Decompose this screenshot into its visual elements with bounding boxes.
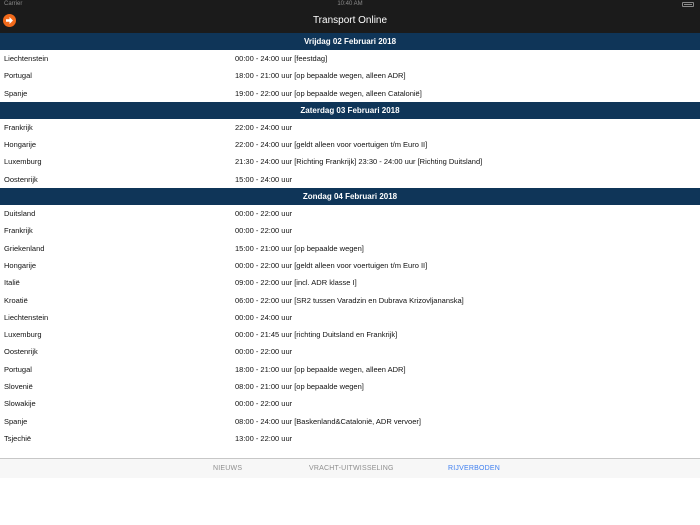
country-label: Frankrijk <box>4 226 33 236</box>
driving-bans-list[interactable]: Vrijdag 02 Februari 2018 Liechtenstein 00… <box>0 33 700 458</box>
ban-hours: 00:00 - 22:00 uur <box>235 226 293 236</box>
list-item[interactable]: Griekenland 15:00 - 21:00 uur [op bepaald… <box>0 240 700 257</box>
country-label: Hongarije <box>4 140 37 150</box>
list-item[interactable]: Spanje 08:00 - 24:00 uur [Baskenland&Cata… <box>0 413 700 430</box>
country-label: Oostenrijk <box>4 174 38 184</box>
country-label: Kroatië <box>4 295 28 305</box>
ban-hours: 00:00 - 24:00 uur <box>235 312 293 322</box>
country-label: Portugal <box>4 364 32 374</box>
list-item[interactable]: Liechtenstein 00:00 - 24:00 uur [feestdag… <box>0 50 700 67</box>
tab-nieuws[interactable]: NIEUWS <box>213 459 242 478</box>
status-bar: Carrier 10:40 AM <box>0 0 700 9</box>
country-label: Griekenland <box>4 243 45 253</box>
country-label: Slovenië <box>4 382 33 392</box>
country-label: Italië <box>4 278 20 288</box>
country-label: Luxemburg <box>4 157 42 167</box>
ban-hours: 08:00 - 24:00 uur [Baskenland&Catalonië,… <box>235 416 421 426</box>
battery-icon <box>682 2 694 7</box>
ban-hours: 06:00 - 22:00 uur [SR2 tussen Varadzin e… <box>235 295 464 305</box>
ban-hours: 13:00 - 22:00 uur <box>235 433 293 443</box>
list-item[interactable]: Frankrijk 00:00 - 22:00 uur <box>0 222 700 239</box>
list-item[interactable]: Oostenrijk 15:00 - 24:00 uur <box>0 171 700 188</box>
ban-hours: 00:00 - 22:00 uur [geldt alleen voor voe… <box>235 260 428 270</box>
page-title: Transport Online <box>312 15 388 26</box>
list-item[interactable]: Italië 09:00 - 22:00 uur [incl. ADR klass… <box>0 274 700 291</box>
list-item[interactable]: Kroatië 06:00 - 22:00 uur [SR2 tussen Var… <box>0 292 700 309</box>
ban-hours: 18:00 - 21:00 uur [op bepaalde wegen, al… <box>235 71 406 81</box>
ban-hours: 22:00 - 24:00 uur [geldt alleen voor voe… <box>235 140 428 150</box>
country-label: Slowakije <box>4 399 36 409</box>
list-item[interactable]: Portugal 18:00 - 21:00 uur [op bepaalde w… <box>0 361 700 378</box>
list-item[interactable]: Slowakije 00:00 - 22:00 uur <box>0 395 700 412</box>
country-label: Luxemburg <box>4 330 42 340</box>
section-header-day: Vrijdag 02 Februari 2018 <box>0 33 700 50</box>
ban-hours: 00:00 - 22:00 uur <box>235 347 293 357</box>
list-item[interactable]: Oostenrijk 00:00 - 22:00 uur <box>0 343 700 360</box>
list-item[interactable]: Duitsland 00:00 - 22:00 uur <box>0 205 700 222</box>
ban-hours: 00:00 - 22:00 uur <box>235 209 293 219</box>
list-item[interactable]: Luxemburg 21:30 - 24:00 uur [Richting Fra… <box>0 153 700 170</box>
tab-rijverboden[interactable]: RIJVERBODEN <box>448 459 500 478</box>
ban-hours: 15:00 - 21:00 uur [op bepaalde wegen] <box>235 243 364 253</box>
ban-hours: 00:00 - 24:00 uur [feestdag] <box>235 54 328 63</box>
list-item[interactable]: Luxemburg 00:00 - 21:45 uur [richting Dui… <box>0 326 700 343</box>
ban-hours: 19:00 - 22:00 uur [op bepaalde wegen, al… <box>235 88 422 98</box>
ban-hours: 15:00 - 24:00 uur <box>235 174 293 184</box>
list-item[interactable]: Liechtenstein 00:00 - 24:00 uur <box>0 309 700 326</box>
ban-hours: 09:00 - 22:00 uur [incl. ADR klasse I] <box>235 278 357 288</box>
ban-hours: 18:00 - 21:00 uur [op bepaalde wegen, al… <box>235 364 406 374</box>
country-label: Oostenrijk <box>4 347 38 357</box>
ban-hours: 00:00 - 21:45 uur [richting Duitsland en… <box>235 330 398 340</box>
country-label: Liechtenstein <box>4 312 49 322</box>
country-label: Spanje <box>4 416 28 426</box>
tab-bar: NIEUWS VRACHT-UITWISSELING RIJVERBODEN <box>0 458 700 478</box>
country-label: Spanje <box>4 88 28 98</box>
list-item[interactable]: Spanje 19:00 - 22:00 uur [op bepaalde weg… <box>0 85 700 102</box>
clock: 10:40 AM <box>337 1 363 7</box>
ban-hours: 21:30 - 24:00 uur [Richting Frankrijk] 2… <box>235 157 483 167</box>
country-label: Duitsland <box>4 209 36 219</box>
section-header-day: Zaterdag 03 Februari 2018 <box>0 101 700 119</box>
ban-hours: 08:00 - 21:00 uur [op bepaalde wegen] <box>235 382 364 392</box>
list-item[interactable]: Portugal 18:00 - 21:00 uur [op bepaalde w… <box>0 67 700 84</box>
list-item[interactable]: Slovenië 08:00 - 21:00 uur [op bepaalde w… <box>0 378 700 395</box>
list-item[interactable]: Tsjechië 13:00 - 22:00 uur <box>0 430 700 447</box>
country-label: Portugal <box>4 71 32 81</box>
section-header-day: Zondag 04 Februari 2018 <box>0 188 700 206</box>
list-item[interactable]: Hongarije 00:00 - 22:00 uur [geldt alleen… <box>0 257 700 274</box>
list-item[interactable]: Frankrijk 22:00 - 24:00 uur <box>0 119 700 136</box>
country-label: Hongarije <box>4 260 37 270</box>
list-item[interactable]: Hongarije 22:00 - 24:00 uur [geldt alleen… <box>0 136 700 153</box>
country-label: Tsjechië <box>4 433 32 443</box>
tab-vracht-uitwisseling[interactable]: VRACHT-UITWISSELING <box>309 459 394 478</box>
navigation-bar: Transport Online <box>0 9 700 33</box>
ban-hours: 00:00 - 22:00 uur <box>235 399 293 409</box>
ban-hours: 22:00 - 24:00 uur <box>235 122 293 132</box>
country-label: Liechtenstein <box>4 54 49 63</box>
country-label: Frankrijk <box>4 122 33 132</box>
